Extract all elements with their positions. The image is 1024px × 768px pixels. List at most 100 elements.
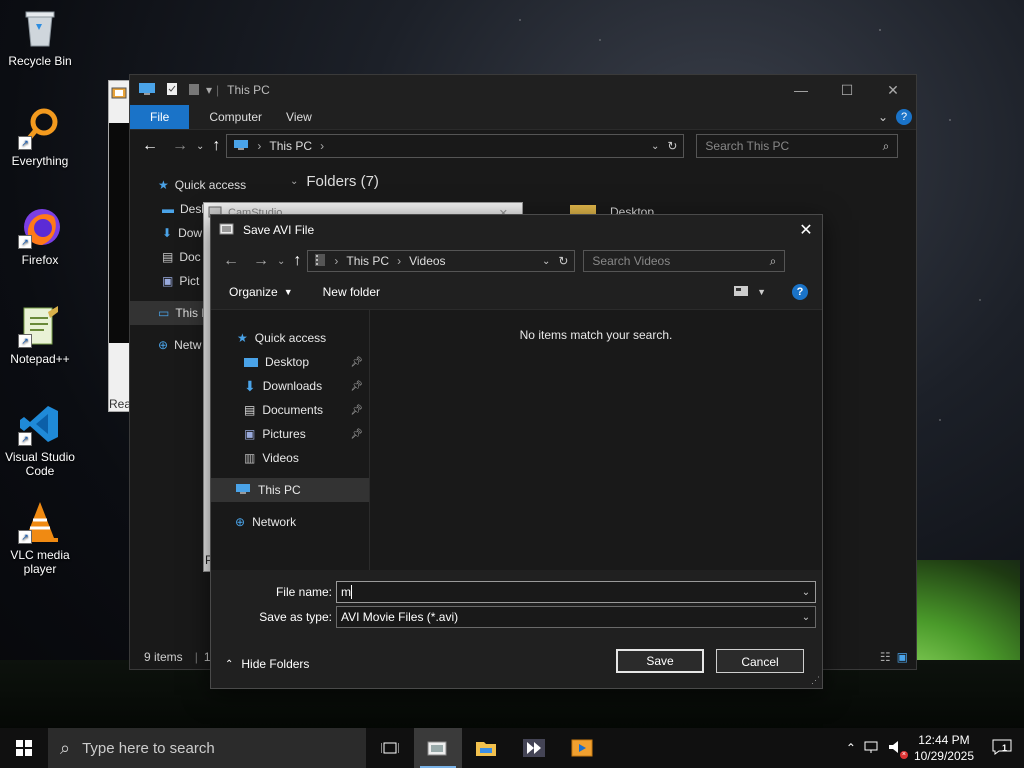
desktop-icon-notepadpp[interactable]: ↗ Notepad++ xyxy=(4,304,76,366)
new-folder-button[interactable]: New folder xyxy=(323,285,380,299)
recent-locations-icon[interactable]: ⌄ xyxy=(196,141,204,152)
breadcrumb-this-pc[interactable]: This PC xyxy=(269,139,312,153)
organize-button[interactable]: Organize ▼ xyxy=(229,285,293,299)
explorer-address-bar[interactable]: › This PC › ⌄ ↻ xyxy=(226,134,685,158)
nav-label: Quick access xyxy=(254,331,327,345)
expand-ribbon-icon[interactable]: ⌄ xyxy=(878,110,888,124)
camstudio-app-icon xyxy=(219,222,235,239)
save-button[interactable]: Save xyxy=(616,649,704,673)
dialog-file-list[interactable]: No items match your search. xyxy=(370,310,822,570)
ribbon-tab-view[interactable]: View xyxy=(276,105,326,129)
dialog-search-box[interactable]: Search Videos ⌕ xyxy=(583,250,786,272)
taskbar-app-player[interactable] xyxy=(558,728,606,768)
taskbar-clock[interactable]: 12:44 PM 10/29/2025 xyxy=(914,732,974,764)
start-button[interactable] xyxy=(0,728,48,768)
dlg-nav-quick-access[interactable]: ★ Quick access xyxy=(211,326,369,350)
folders-section-header[interactable]: ⌄ Folders (7) xyxy=(290,173,379,190)
file-name-input[interactable]: m xyxy=(341,585,351,599)
ribbon-tab-computer[interactable]: Computer xyxy=(189,105,276,129)
qat-dropdown-icon[interactable]: ▾ xyxy=(206,83,212,97)
nav-quick-access[interactable]: ★ Quick access xyxy=(130,173,290,197)
large-icons-view-icon[interactable]: ▣ xyxy=(897,650,908,664)
quick-access-properties-icon[interactable] xyxy=(166,82,178,99)
show-hidden-icons-icon[interactable]: ⌃ xyxy=(846,741,856,755)
breadcrumb-chevron-icon: › xyxy=(257,139,262,153)
breadcrumb-chevron-icon: › xyxy=(320,139,325,153)
taskbar-app-camstudio[interactable] xyxy=(414,728,462,768)
refresh-icon[interactable]: ↻ xyxy=(667,139,677,153)
desktop-icon-firefox[interactable]: ↗ Firefox xyxy=(4,205,76,267)
change-view-button[interactable]: ▼ xyxy=(733,285,766,300)
notification-center-button[interactable]: 1 xyxy=(992,739,1012,758)
desktop-icon-vscode[interactable]: ↗ Visual Studio Code xyxy=(4,402,76,478)
quick-access-new-folder-icon[interactable] xyxy=(188,82,200,99)
dialog-address-bar[interactable]: › This PC › Videos ⌄ ↻ xyxy=(307,250,576,272)
resize-grip-icon[interactable]: ⋰ xyxy=(811,675,820,686)
minimize-button[interactable]: — xyxy=(778,82,824,99)
dlg-nav-network[interactable]: ⊕ Network xyxy=(211,510,369,534)
up-arrow-icon[interactable]: ↑ xyxy=(212,137,220,155)
videos-folder-icon xyxy=(314,253,326,270)
shortcut-arrow-icon: ↗ xyxy=(18,530,32,544)
firefox-icon: ↗ xyxy=(18,205,62,249)
back-arrow-icon[interactable]: ← xyxy=(223,252,239,270)
dlg-nav-pictures[interactable]: ▣ Pictures 📌︎ xyxy=(211,422,369,446)
breadcrumb-this-pc[interactable]: This PC xyxy=(346,254,389,268)
document-icon: ▤ xyxy=(162,250,174,264)
save-type-select[interactable]: AVI Movie Files (*.avi) ⌄ xyxy=(336,606,816,628)
dialog-close-button[interactable]: ✕ xyxy=(790,220,822,240)
forward-arrow-icon[interactable]: → xyxy=(172,137,188,155)
dlg-nav-videos[interactable]: ▥ Videos xyxy=(211,446,369,470)
this-pc-icon xyxy=(235,483,251,498)
dlg-nav-downloads[interactable]: ⬇ Downloads 📌︎ xyxy=(211,374,369,398)
recent-locations-icon[interactable]: ⌄ xyxy=(277,256,285,267)
volume-muted-icon[interactable]: × xyxy=(888,740,908,759)
desktop-icon-recycle-bin[interactable]: Recycle Bin xyxy=(4,6,76,68)
taskbar-app-media[interactable] xyxy=(510,728,558,768)
chevron-up-icon: ⌃ xyxy=(225,658,234,670)
explorer-search-input[interactable]: Search This PC xyxy=(705,139,789,153)
dialog-titlebar[interactable]: Save AVI File ✕ xyxy=(211,215,822,245)
file-name-label: File name: xyxy=(275,585,332,599)
nav-label: Quick access xyxy=(174,178,247,192)
explorer-search-box[interactable]: Search This PC ⌕ xyxy=(696,134,899,158)
dlg-nav-documents[interactable]: ▤ Documents 📌︎ xyxy=(211,398,369,422)
breadcrumb-videos[interactable]: Videos xyxy=(409,254,445,268)
camstudio-app-icon xyxy=(111,85,129,101)
status-separator: | xyxy=(194,650,198,664)
network-status-icon[interactable] xyxy=(864,740,880,757)
up-arrow-icon[interactable]: ↑ xyxy=(293,252,301,270)
chevron-down-icon[interactable]: ⌄ xyxy=(797,612,815,623)
forward-arrow-icon[interactable]: → xyxy=(253,252,269,270)
download-arrow-icon: ⬇ xyxy=(244,377,256,394)
vscode-icon: ↗ xyxy=(18,402,62,446)
clock-date: 10/29/2025 xyxy=(913,749,974,763)
explorer-titlebar[interactable]: ▾ | This PC — ☐ ✕ xyxy=(130,75,916,105)
dialog-search-input[interactable]: Search Videos xyxy=(592,254,670,268)
taskbar-search-input[interactable]: Type here to search xyxy=(82,740,215,757)
taskbar-app-file-explorer[interactable] xyxy=(462,728,510,768)
shortcut-arrow-icon: ↗ xyxy=(18,432,32,446)
chevron-down-icon[interactable]: ⌄ xyxy=(797,587,815,598)
help-icon[interactable]: ? xyxy=(792,284,808,300)
dlg-nav-this-pc[interactable]: This PC xyxy=(211,478,369,502)
desktop-icon-vlc[interactable]: ↗ VLC media player xyxy=(4,500,76,576)
refresh-icon[interactable]: ↻ xyxy=(558,254,568,268)
desktop-icon-everything[interactable]: ↗ Everything xyxy=(4,106,76,168)
maximize-button[interactable]: ☐ xyxy=(824,82,870,99)
help-icon[interactable]: ? xyxy=(896,109,912,125)
ribbon-tab-file[interactable]: File xyxy=(130,105,190,129)
taskbar-search-box[interactable]: ⌕ Type here to search xyxy=(48,728,366,768)
close-button[interactable]: ✕ xyxy=(870,82,916,99)
details-view-icon[interactable]: ☷ xyxy=(880,650,891,664)
dlg-nav-desktop[interactable]: Desktop 📌︎ xyxy=(211,350,369,374)
cancel-button[interactable]: Cancel xyxy=(716,649,804,673)
search-icon: ⌕ xyxy=(882,138,890,153)
file-name-combobox[interactable]: m ⌄ xyxy=(336,581,816,603)
address-dropdown-icon[interactable]: ⌄ xyxy=(651,141,659,152)
hide-folders-button[interactable]: ⌃ Hide Folders xyxy=(225,657,309,671)
address-dropdown-icon[interactable]: ⌄ xyxy=(542,256,550,267)
task-view-button[interactable] xyxy=(366,728,414,768)
titlebar-separator: | xyxy=(216,83,220,97)
back-arrow-icon[interactable]: ← xyxy=(142,137,158,155)
